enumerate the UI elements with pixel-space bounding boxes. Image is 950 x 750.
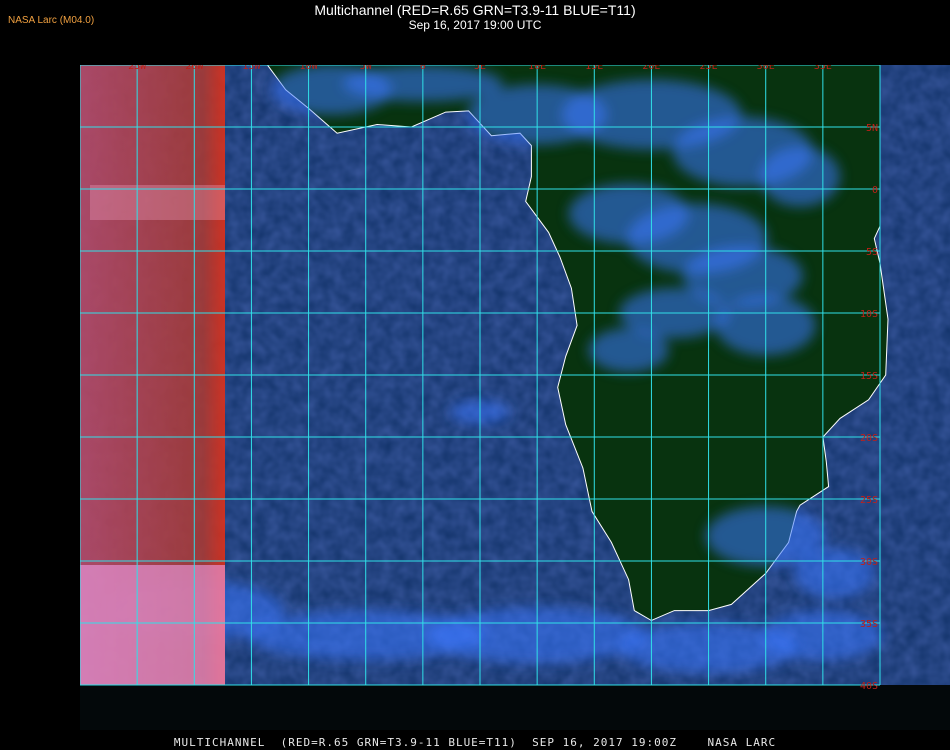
footer-caption: MULTICHANNEL (RED=R.65 GRN=T3.9-11 BLUE=… bbox=[173, 736, 777, 749]
lat-label: 30S bbox=[860, 557, 878, 568]
lon-label: 5E bbox=[474, 65, 486, 72]
lat-label: 20S bbox=[860, 433, 878, 444]
lat-label: 5S bbox=[866, 247, 878, 258]
lon-label: 25E bbox=[700, 65, 718, 72]
lon-label: 0 bbox=[420, 65, 426, 72]
dayside-haze bbox=[80, 565, 225, 685]
lat-label: 15S bbox=[860, 371, 878, 382]
lon-label: 30E bbox=[757, 65, 775, 72]
lat-label: 5N bbox=[866, 123, 878, 134]
satellite-map[interactable]: 25W 20W 15W 10W 5W 0 5E 10E 15E 20E 25E 30E 35E 5N 0 5S… bbox=[80, 65, 950, 730]
no-data-band bbox=[80, 685, 950, 730]
cloud-patch bbox=[794, 548, 875, 599]
map-canvas: 25W 20W 15W 10W 5W 0 5E 10E 15E 20E 25E 30E 35E 5N 0 5S… bbox=[80, 65, 950, 730]
dayside-band bbox=[90, 185, 225, 220]
image-title: Multichannel (RED=R.65 GRN=T3.9-11 BLUE=… bbox=[314, 2, 636, 18]
lon-label: 5W bbox=[360, 65, 373, 72]
lon-label: 10W bbox=[300, 65, 319, 72]
lon-label: 20E bbox=[642, 65, 660, 72]
lon-label: 15E bbox=[585, 65, 603, 72]
lat-label: 10S bbox=[860, 309, 878, 320]
cloud-patch bbox=[588, 328, 669, 373]
lat-label: 40S bbox=[860, 681, 878, 692]
cloud-patch bbox=[760, 146, 840, 207]
lon-label: 15W bbox=[242, 65, 261, 72]
lat-label: 0 bbox=[872, 185, 878, 196]
lon-label: 20W bbox=[185, 65, 204, 72]
image-timestamp: Sep 16, 2017 19:00 UTC bbox=[408, 18, 542, 32]
lon-label: 25W bbox=[128, 65, 147, 72]
lat-label: 35S bbox=[860, 619, 878, 630]
lat-label: 25S bbox=[860, 495, 878, 506]
lon-label: 35E bbox=[814, 65, 832, 72]
lon-label: 10E bbox=[528, 65, 546, 72]
